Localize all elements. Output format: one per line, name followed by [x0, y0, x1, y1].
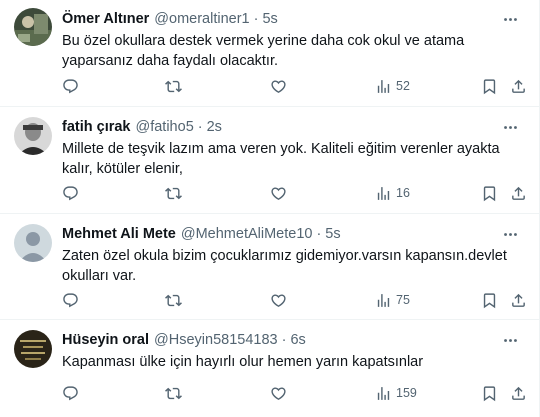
views-icon [377, 386, 390, 400]
author-handle[interactable]: @Hseyin58154183 [154, 332, 278, 348]
reply-icon[interactable] [62, 383, 79, 403]
tweet-header: Hüseyin oral @Hseyin58154183 · 6s [62, 330, 528, 350]
separator-dot: · [253, 11, 259, 27]
author-handle[interactable]: @MehmetAliMete10 [181, 226, 313, 242]
views-count: 16 [396, 186, 410, 200]
more-icon[interactable] [500, 9, 520, 29]
views-count: 159 [396, 386, 417, 400]
views-icon [377, 79, 390, 93]
tweet-header: fatih çırak @fatiho5 · 2s [62, 117, 528, 137]
tweet-header: Mehmet Ali Mete @MehmetAliMete10 · 5s [62, 224, 528, 244]
author-handle[interactable]: @fatiho5 [136, 119, 194, 135]
bookmark-icon[interactable] [481, 183, 498, 203]
tweet-body: Mehmet Ali Mete @MehmetAliMete10 · 5s Za… [62, 224, 528, 286]
author-name[interactable]: Mehmet Ali Mete [62, 226, 176, 242]
avatar[interactable] [14, 330, 52, 368]
action-bar: 52 [62, 76, 528, 96]
avatar[interactable] [14, 224, 52, 262]
author-name[interactable]: Ömer Altıner [62, 11, 149, 27]
retweet-icon[interactable] [165, 290, 182, 310]
views-icon [377, 186, 390, 200]
tweet-text: Kapanması ülke için hayırlı olur hemen y… [62, 354, 424, 370]
views-counter[interactable]: 159 [375, 383, 417, 403]
reply-feed: Ömer Altıner @omeraltiner1 · 5s Bu özel … [0, 0, 540, 417]
author-name[interactable]: Hüseyin oral [62, 332, 149, 348]
timestamp[interactable]: 5s [262, 11, 277, 27]
tweet-body: fatih çırak @fatiho5 · 2s Millete de teş… [62, 117, 528, 179]
more-icon[interactable] [500, 224, 520, 244]
tweet[interactable]: Hüseyin oral @Hseyin58154183 · 6s Kapanm… [0, 320, 540, 417]
timestamp[interactable]: 2s [207, 119, 222, 135]
tweet-body: Hüseyin oral @Hseyin58154183 · 6s Kapanm… [62, 330, 528, 372]
tweet-body: Ömer Altıner @omeraltiner1 · 5s Bu özel … [62, 9, 528, 71]
timestamp[interactable]: 6s [290, 332, 305, 348]
separator-dot: · [197, 119, 203, 135]
tweet[interactable]: Mehmet Ali Mete @MehmetAliMete10 · 5s Za… [0, 214, 540, 320]
author-handle[interactable]: @omeraltiner1 [154, 11, 249, 27]
reply-icon[interactable] [62, 183, 79, 203]
tweet[interactable]: Ömer Altıner @omeraltiner1 · 5s Bu özel … [0, 0, 540, 107]
share-icon[interactable] [510, 183, 527, 203]
retweet-icon[interactable] [165, 383, 182, 403]
more-icon[interactable] [500, 330, 520, 350]
share-icon[interactable] [510, 290, 527, 310]
author-name[interactable]: fatih çırak [62, 119, 131, 135]
tweet-text: Millete de teşvik lazım ama veren yok. K… [62, 141, 500, 177]
timestamp[interactable]: 5s [325, 226, 340, 242]
action-bar: 75 [62, 290, 528, 310]
share-icon[interactable] [510, 383, 527, 403]
share-icon[interactable] [510, 76, 527, 96]
like-icon[interactable] [270, 290, 287, 310]
reply-icon[interactable] [62, 290, 79, 310]
action-bar: 159 [62, 383, 528, 403]
retweet-icon[interactable] [165, 183, 182, 203]
bookmark-icon[interactable] [481, 383, 498, 403]
tweet-text: Bu özel okullara destek vermek yerine da… [62, 33, 465, 69]
more-icon[interactable] [500, 117, 520, 137]
bookmark-icon[interactable] [481, 290, 498, 310]
views-count: 75 [396, 293, 410, 307]
retweet-icon[interactable] [165, 76, 182, 96]
action-bar: 16 [62, 183, 528, 203]
tweet-text: Zaten özel okula bizim çocuklarımız gide… [62, 248, 507, 284]
tweet[interactable]: fatih çırak @fatiho5 · 2s Millete de teş… [0, 107, 540, 214]
views-counter[interactable]: 75 [375, 290, 410, 310]
like-icon[interactable] [270, 383, 287, 403]
bookmark-icon[interactable] [481, 76, 498, 96]
separator-dot: · [316, 226, 322, 242]
like-icon[interactable] [270, 76, 287, 96]
views-counter[interactable]: 16 [375, 183, 410, 203]
avatar[interactable] [14, 8, 52, 46]
like-icon[interactable] [270, 183, 287, 203]
reply-icon[interactable] [62, 76, 79, 96]
avatar[interactable] [14, 117, 52, 155]
views-icon [377, 293, 390, 307]
views-count: 52 [396, 79, 410, 93]
separator-dot: · [281, 332, 287, 348]
tweet-header: Ömer Altıner @omeraltiner1 · 5s [62, 9, 528, 29]
views-counter[interactable]: 52 [375, 76, 410, 96]
